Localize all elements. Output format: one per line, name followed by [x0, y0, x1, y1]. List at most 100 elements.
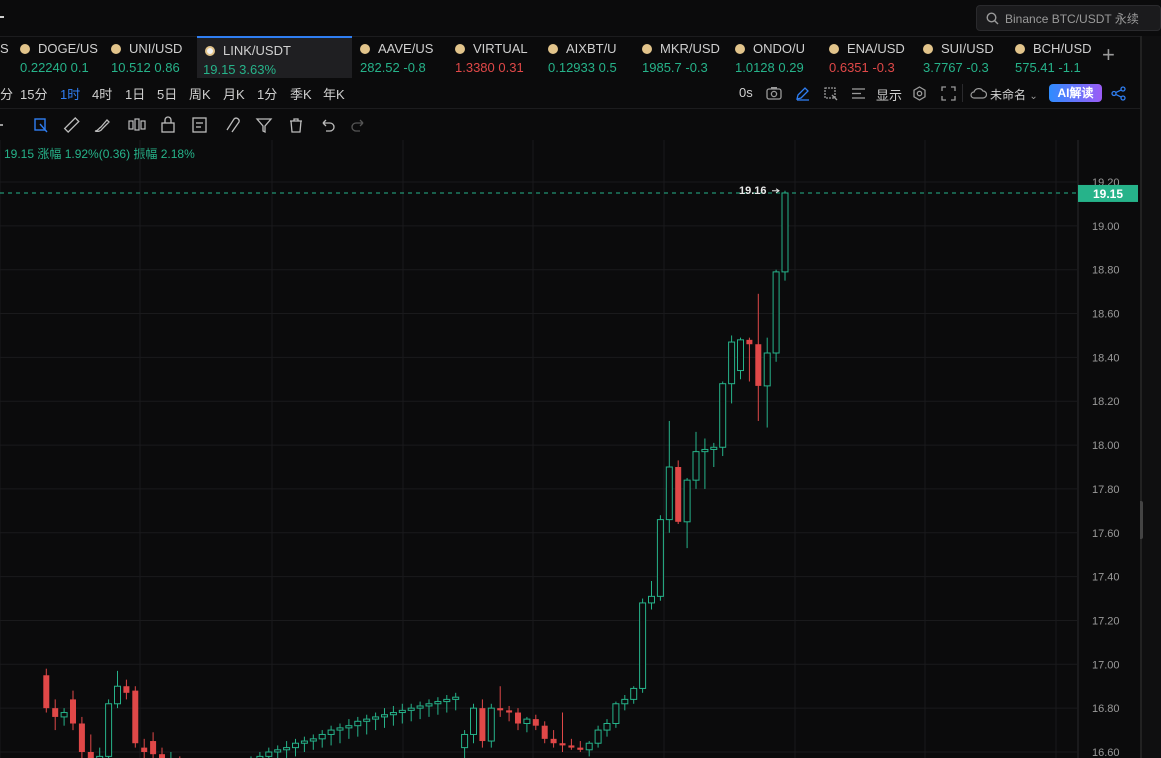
select-box-icon[interactable]: [823, 86, 838, 101]
interval-button[interactable]: 1时: [60, 84, 80, 103]
interval-button[interactable]: 15分: [20, 84, 47, 103]
symbol-search-input[interactable]: Binance BTC/USDT 永续: [976, 5, 1161, 31]
interval-button[interactable]: 季K: [290, 84, 312, 103]
select-tool-icon[interactable]: [31, 115, 51, 135]
candle-body: [515, 712, 521, 724]
candle-body: [345, 725, 353, 729]
ticker-name: AAVE/US: [360, 41, 433, 56]
ruler-icon[interactable]: [61, 115, 81, 135]
add-ticker-icon[interactable]: +: [1102, 42, 1115, 68]
candle-body: [728, 341, 736, 385]
toolbar-separator: [962, 84, 963, 102]
pen-icon[interactable]: [795, 86, 810, 101]
y-tick-label: 18.20: [1092, 396, 1120, 408]
ticker-tab[interactable]: LINK/USDT 19.15 3.63%: [197, 36, 352, 78]
candle-body: [719, 383, 727, 448]
ticker-tab[interactable]: UNI/USD 10.512 0.86: [111, 36, 195, 78]
candlestick-chart[interactable]: 19.2019.0018.8018.6018.4018.2018.0017.80…: [0, 140, 1140, 758]
candle-body: [141, 747, 148, 752]
candle-body: [763, 352, 771, 387]
right-side-panel: [1135, 36, 1161, 758]
ticker-symbol: MKR/USD: [660, 41, 720, 56]
interval-button[interactable]: 分: [0, 84, 13, 103]
ticker-name: DOGE/US: [20, 41, 98, 56]
interval-button[interactable]: 年K: [323, 84, 345, 103]
interval-button[interactable]: 4时: [92, 84, 112, 103]
ticker-tab[interactable]: VIRTUAL 1.3380 0.31: [455, 36, 545, 78]
ticker-symbol: LINK/USDT: [223, 43, 291, 58]
undo-icon[interactable]: [317, 115, 337, 135]
note-icon[interactable]: [190, 115, 210, 135]
candle-body: [612, 703, 620, 724]
ticker-tab[interactable]: SUI/USD 3.7767 -0.3: [923, 36, 1012, 78]
lock-icon[interactable]: [158, 115, 178, 135]
ticker-tab[interactable]: MKR/USD 1985.7 -0.3: [642, 36, 732, 78]
candle-body: [159, 754, 165, 758]
share-icon[interactable]: [1111, 86, 1126, 101]
ticker-symbol: UNI/USD: [129, 41, 183, 56]
interval-button[interactable]: 5日: [157, 84, 177, 103]
candle-body: [132, 690, 139, 744]
brush-icon[interactable]: [92, 115, 112, 135]
ticker-tab[interactable]: BCH/USD 575.41 -1.1: [1015, 36, 1103, 78]
ticker-tab[interactable]: AAVE/US 282.52 -0.8: [360, 36, 452, 78]
display-button[interactable]: 显示: [876, 85, 902, 104]
ticker-price: 282.52 -0.8: [360, 60, 426, 75]
trash-icon[interactable]: [286, 115, 306, 135]
interval-button[interactable]: 1分: [257, 84, 277, 103]
candle-body: [479, 708, 486, 742]
candle-body: [43, 675, 50, 709]
settings-icon[interactable]: [912, 86, 927, 101]
ticker-tab[interactable]: S: [0, 36, 18, 78]
ticker-price: 1985.7 -0.3: [642, 60, 708, 75]
ai-analysis-button[interactable]: AI解读: [1049, 84, 1102, 102]
candle-body: [52, 708, 59, 717]
candle-body: [416, 705, 424, 709]
cloud-icon[interactable]: [970, 87, 987, 99]
ticker-symbol: DOGE/US: [38, 41, 98, 56]
candle-body: [781, 192, 789, 273]
coin-icon: [548, 44, 558, 54]
candle-body: [621, 698, 629, 705]
candle-body: [755, 344, 762, 386]
filter-icon[interactable]: [254, 115, 274, 135]
y-tick-label: 19.00: [1092, 221, 1120, 233]
ticker-tab[interactable]: ONDO/U 1.0128 0.29: [735, 36, 826, 78]
candle-body: [487, 707, 495, 742]
top-bar: Binance BTC/USDT 永续: [0, 0, 1161, 37]
ticker-price: 1.3380 0.31: [455, 60, 524, 75]
candle-body: [300, 740, 308, 744]
ticker-tab[interactable]: AIXBT/U 0.12933 0.5: [548, 36, 639, 78]
layout-name-dropdown[interactable]: 未命名 ⌄: [990, 86, 1038, 103]
candle-body: [675, 467, 682, 522]
indicators-icon[interactable]: [851, 86, 866, 101]
ticker-price: 1.0128 0.29: [735, 60, 804, 75]
search-icon: [986, 11, 999, 24]
interval-button[interactable]: 周K: [189, 84, 211, 103]
interval-button[interactable]: 1日: [125, 84, 145, 103]
ticker-name: LINK/USDT: [205, 43, 291, 58]
countdown-label: 0s: [739, 85, 753, 100]
candle-body: [585, 742, 593, 751]
ticker-price: 10.512 0.86: [111, 60, 180, 75]
ticker-tab[interactable]: DOGE/US 0.22240 0.1: [20, 36, 108, 78]
drawing-toolbar: [0, 110, 380, 140]
ticker-name: MKR/USD: [642, 41, 720, 56]
interval-button[interactable]: 月K: [223, 84, 245, 103]
candle-body: [78, 723, 85, 752]
magnet-icon[interactable]: [222, 115, 242, 135]
ticker-symbol: VIRTUAL: [473, 41, 528, 56]
ticker-tab[interactable]: ENA/USD 0.6351 -0.3: [829, 36, 920, 78]
candle-tool-icon[interactable]: [127, 115, 147, 135]
search-text: Binance BTC/USDT 永续: [1005, 11, 1139, 26]
y-tick-label: 16.80: [1092, 703, 1120, 715]
candle-body: [523, 718, 531, 724]
redo-icon[interactable]: [349, 115, 369, 135]
camera-icon[interactable]: [766, 86, 782, 100]
coin-icon: [923, 44, 933, 54]
ticker-price: 575.41 -1.1: [1015, 60, 1081, 75]
candle-body: [123, 686, 130, 693]
fullscreen-icon[interactable]: [941, 86, 956, 101]
candle-body: [452, 696, 460, 700]
candle-body: [265, 751, 273, 757]
